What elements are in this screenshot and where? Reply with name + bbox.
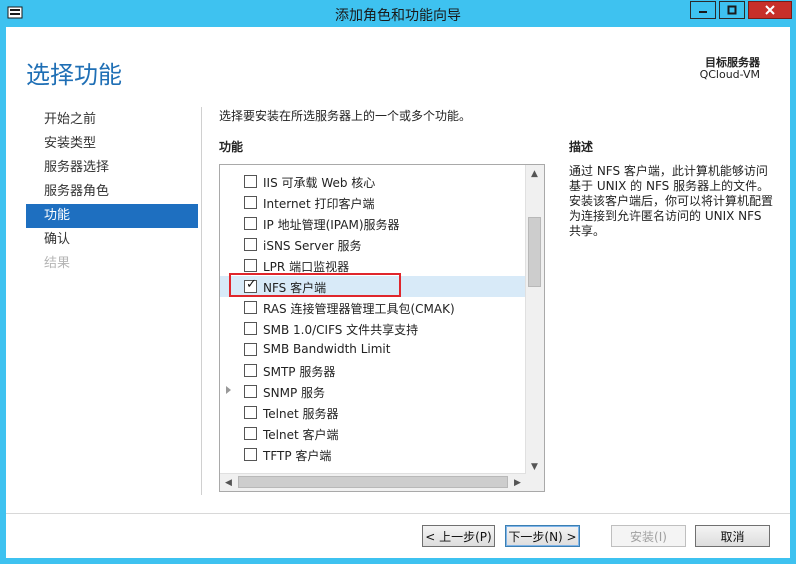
- feature-checkbox[interactable]: [244, 406, 257, 419]
- nav-item-results: 结果: [44, 256, 71, 271]
- feature-checkbox[interactable]: [244, 196, 257, 209]
- nav-item-confirmation[interactable]: 确认: [26, 228, 198, 252]
- feature-row[interactable]: SMB Bandwidth Limit: [220, 339, 526, 360]
- feature-label: SMB Bandwidth Limit: [263, 342, 391, 356]
- footer-divider: [6, 513, 790, 514]
- minimize-button[interactable]: [690, 1, 716, 19]
- install-button: 安装(I): [611, 525, 686, 547]
- window-title: 添加角色和功能向导: [335, 8, 461, 24]
- maximize-button[interactable]: [719, 1, 745, 19]
- previous-button[interactable]: < 上一步(P): [422, 525, 495, 547]
- close-icon: [765, 5, 775, 15]
- feature-row[interactable]: SMB 1.0/CIFS 文件共享支持: [220, 318, 526, 339]
- feature-row[interactable]: IP 地址管理(IPAM)服务器: [220, 213, 526, 234]
- instruction-text: 选择要安装在所选服务器上的一个或多个功能。: [219, 109, 472, 123]
- nav-item-before-you-begin[interactable]: 开始之前: [26, 108, 198, 132]
- feature-row[interactable]: Telnet 服务器: [220, 402, 526, 423]
- feature-row[interactable]: iSNS Server 服务: [220, 234, 526, 255]
- feature-row[interactable]: IIS 可承载 Web 核心: [220, 171, 526, 192]
- title-bar[interactable]: 添加角色和功能向导: [0, 0, 796, 27]
- horizontal-scrollbar[interactable]: ◀ ▶: [220, 473, 526, 491]
- features-list: IIS 可承载 Web 核心 Internet 打印客户端 IP 地址管理(IP…: [219, 164, 545, 492]
- nav-item-features[interactable]: 功能: [26, 204, 198, 228]
- feature-label: SMB 1.0/CIFS 文件共享支持: [263, 323, 419, 337]
- vertical-scroll-thumb[interactable]: [528, 217, 541, 287]
- nav-item-installation-type[interactable]: 安装类型: [26, 132, 198, 156]
- feature-label: Telnet 客户端: [263, 428, 339, 442]
- feature-label: IIS 可承载 Web 核心: [263, 176, 376, 190]
- feature-checkbox[interactable]: [244, 301, 257, 314]
- feature-checkbox[interactable]: [244, 385, 257, 398]
- feature-label: RAS 连接管理器管理工具包(CMAK): [263, 302, 455, 316]
- feature-checkbox[interactable]: [244, 238, 257, 251]
- horizontal-scroll-thumb[interactable]: [238, 476, 508, 488]
- feature-checkbox[interactable]: [244, 427, 257, 440]
- page-title: 选择功能: [26, 61, 122, 89]
- feature-checkbox[interactable]: [244, 322, 257, 335]
- expand-arrow-icon[interactable]: [226, 386, 231, 394]
- feature-checkbox[interactable]: [244, 364, 257, 377]
- feature-label: TFTP 客户端: [263, 449, 332, 463]
- feature-row[interactable]: RAS 连接管理器管理工具包(CMAK): [220, 297, 526, 318]
- wizard-content: 选择功能 目标服务器 QCloud-VM 开始之前 安装类型 服务器选择 服务器…: [6, 27, 790, 558]
- feature-label: Telnet 服务器: [263, 407, 339, 421]
- annotation-highlight: [229, 273, 401, 297]
- minimize-icon: [699, 11, 707, 13]
- cancel-button[interactable]: 取消: [695, 525, 770, 547]
- vertical-scrollbar[interactable]: ▲ ▼: [525, 165, 544, 475]
- feature-checkbox[interactable]: [244, 217, 257, 230]
- wizard-nav: 开始之前 安装类型 服务器选择 服务器角色 功能 确认 结果: [26, 108, 198, 276]
- wizard-window: 添加角色和功能向导 选择功能 目标服务器 QCloud-VM 开始之前 安装类型…: [0, 0, 796, 564]
- feature-checkbox[interactable]: [244, 448, 257, 461]
- feature-label: SNMP 服务: [263, 386, 325, 400]
- maximize-icon: [727, 5, 737, 15]
- features-list-viewport: IIS 可承载 Web 核心 Internet 打印客户端 IP 地址管理(IP…: [220, 165, 526, 475]
- feature-row[interactable]: Telnet 客户端: [220, 423, 526, 444]
- nav-item-server-selection[interactable]: 服务器选择: [26, 156, 198, 180]
- close-button[interactable]: [748, 1, 792, 19]
- scroll-left-icon[interactable]: ◀: [220, 474, 237, 491]
- nav-item-server-roles[interactable]: 服务器角色: [26, 180, 198, 204]
- scroll-up-icon[interactable]: ▲: [526, 165, 543, 182]
- feature-label: iSNS Server 服务: [263, 239, 362, 253]
- description-text: 通过 NFS 客户端，此计算机能够访问基于 UNIX 的 NFS 服务器上的文件…: [569, 164, 774, 238]
- scroll-corner: [526, 474, 544, 491]
- feature-row[interactable]: SNMP 服务: [220, 381, 526, 402]
- scroll-down-icon[interactable]: ▼: [526, 458, 543, 475]
- feature-label: Internet 打印客户端: [263, 197, 375, 211]
- nav-divider: [201, 107, 202, 495]
- feature-checkbox[interactable]: [244, 343, 257, 356]
- feature-row[interactable]: TFTP 客户端: [220, 444, 526, 465]
- features-heading: 功能: [219, 140, 244, 154]
- feature-row[interactable]: SMTP 服务器: [220, 360, 526, 381]
- feature-label: SMTP 服务器: [263, 365, 336, 379]
- destination-server-name: QCloud-VM: [699, 68, 760, 81]
- feature-checkbox[interactable]: [244, 259, 257, 272]
- scroll-right-icon[interactable]: ▶: [509, 474, 526, 491]
- description-heading: 描述: [569, 140, 594, 154]
- feature-checkbox[interactable]: [244, 175, 257, 188]
- next-button[interactable]: 下一步(N) >: [505, 525, 580, 547]
- feature-label: IP 地址管理(IPAM)服务器: [263, 218, 400, 232]
- feature-row[interactable]: Internet 打印客户端: [220, 192, 526, 213]
